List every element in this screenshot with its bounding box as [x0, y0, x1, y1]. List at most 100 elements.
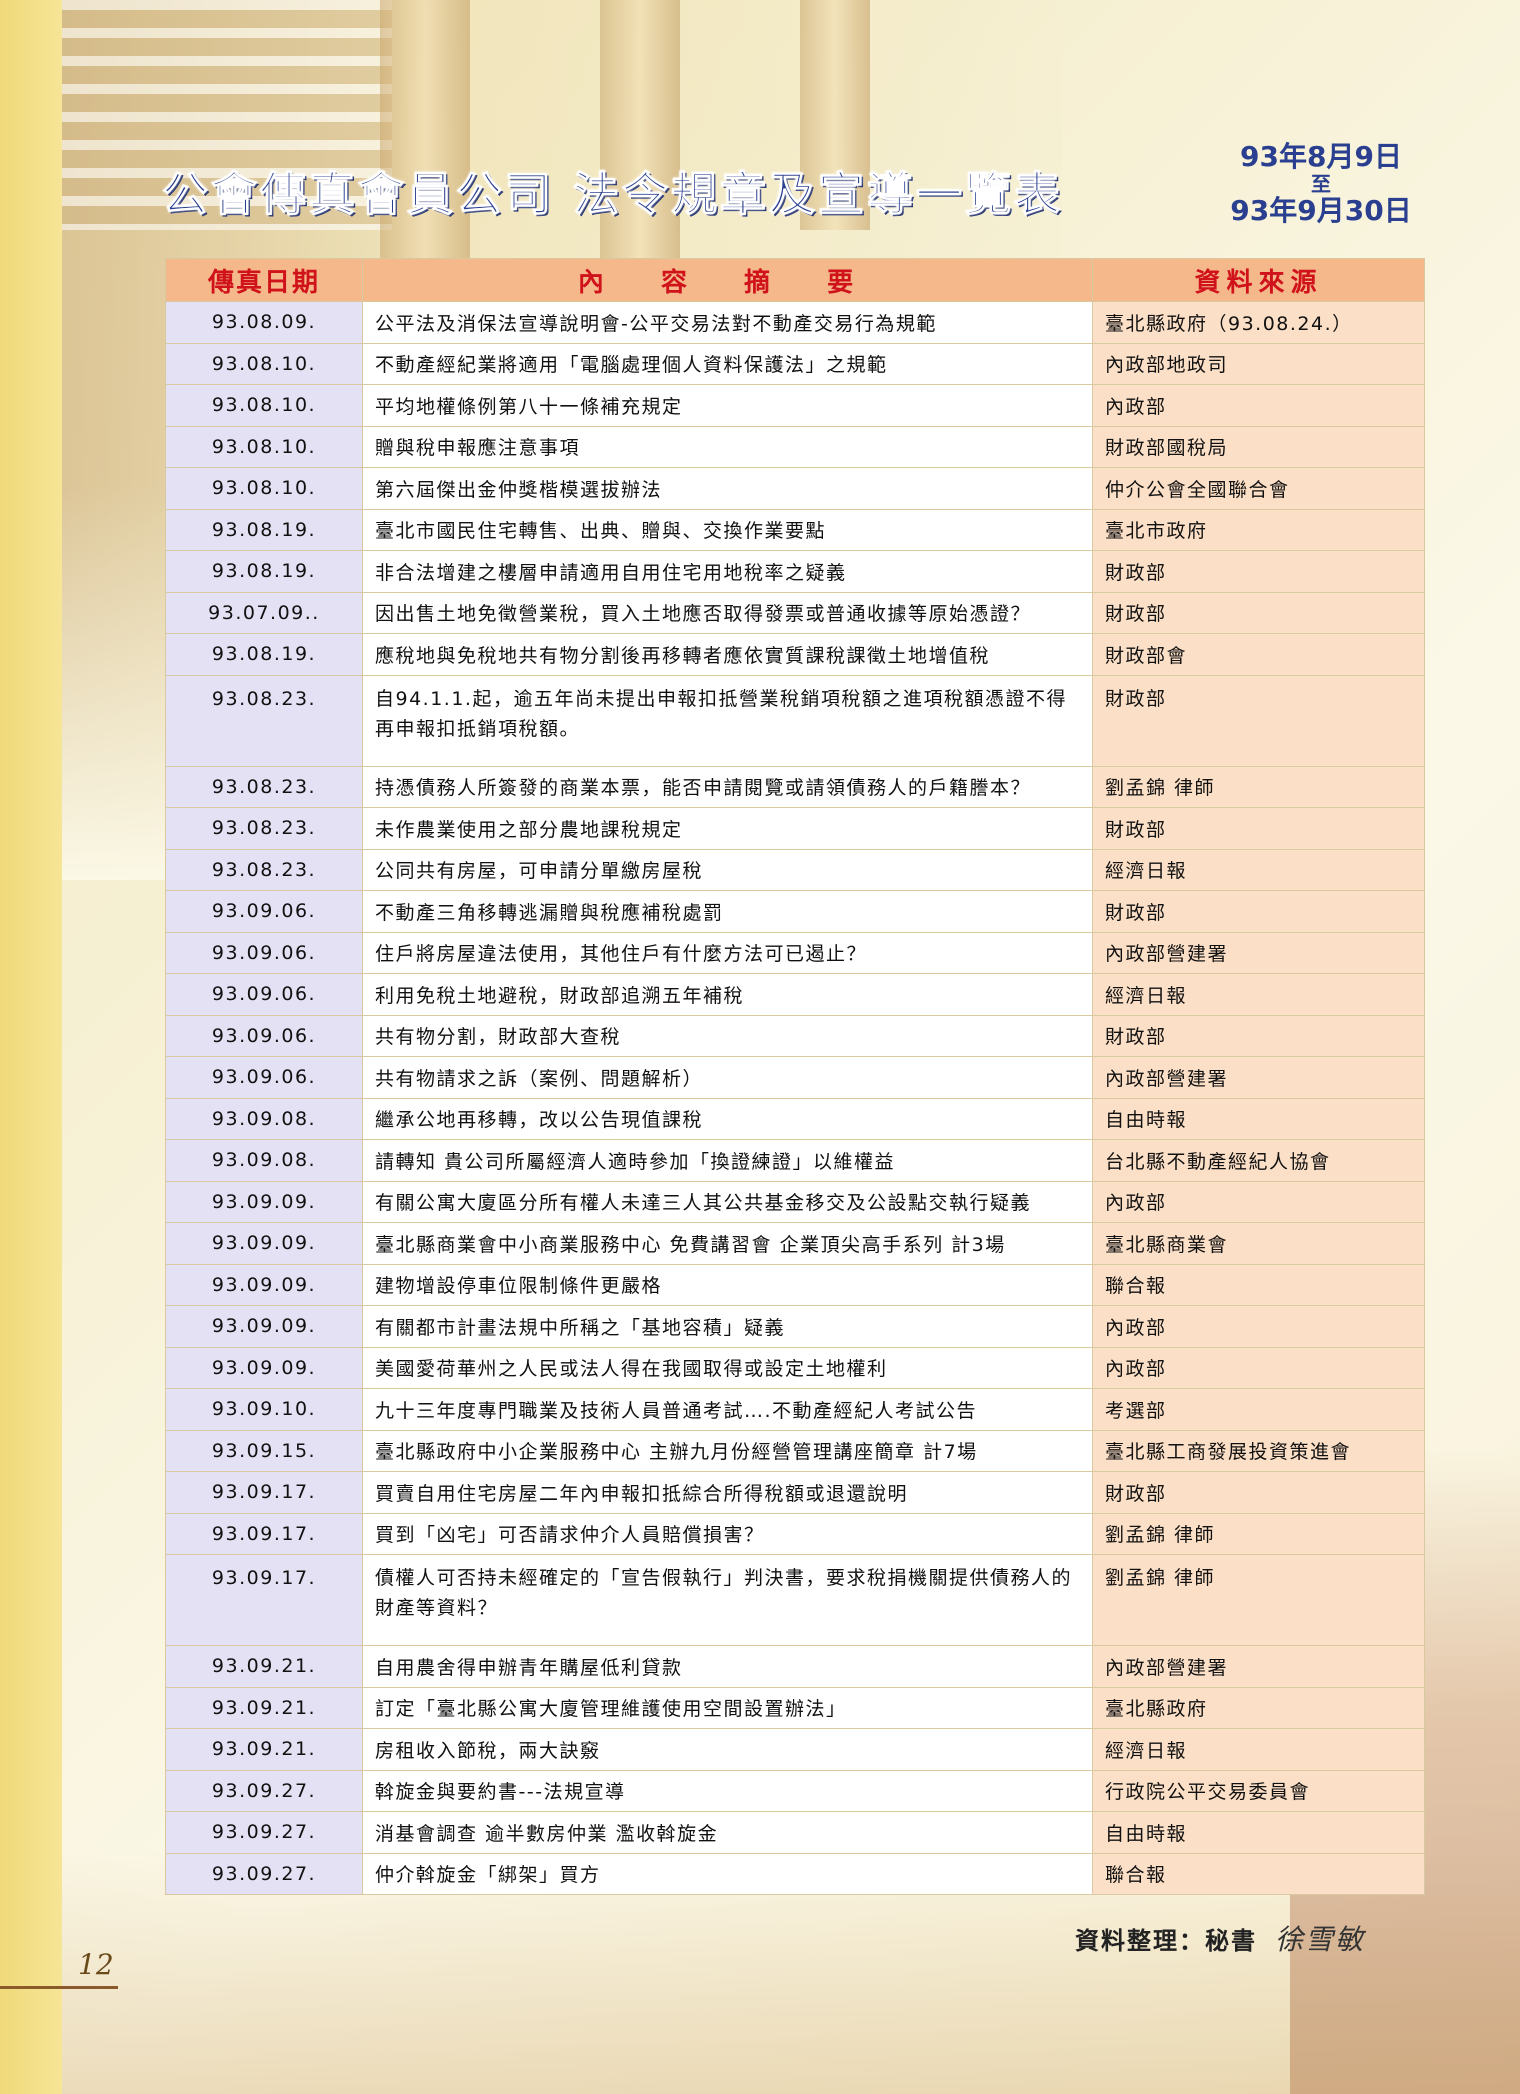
row-date: 93.09.27. — [165, 1852, 363, 1895]
row-source: 臺北市政府 — [1092, 508, 1425, 551]
row-content: 請轉知 貴公司所屬經濟人適時參加「換證練證」以維權益 — [362, 1139, 1093, 1182]
row-source: 財政部 — [1092, 1471, 1425, 1514]
row-source: 行政院公平交易委員會 — [1092, 1769, 1425, 1812]
row-source: 內政部地政司 — [1092, 342, 1425, 385]
row-date: 93.08.19. — [165, 550, 363, 593]
table-row: 93.09.06. 不動產三角移轉逃漏贈與稅應補稅處罰 財政部 — [165, 890, 1425, 933]
page-title: 公會傳真會員公司 法令規章及宣導一覽表 — [161, 167, 1064, 222]
row-source: 仲介公會全國聯合會 — [1092, 467, 1425, 510]
row-source: 經濟日報 — [1092, 973, 1425, 1016]
row-date: 93.09.08. — [165, 1097, 363, 1140]
left-margin-strip — [0, 0, 62, 2094]
row-content: 因出售土地免徵營業稅，買入土地應否取得發票或普通收據等原始憑證？ — [362, 591, 1093, 634]
row-source: 台北縣不動產經紀人協會 — [1092, 1139, 1425, 1182]
row-source: 臺北縣工商發展投資策進會 — [1092, 1429, 1425, 1472]
table-row: 93.09.08. 請轉知 貴公司所屬經濟人適時參加「換證練證」以維權益 台北縣不動… — [165, 1139, 1425, 1182]
table-row: 93.09.08. 繼承公地再移轉，改以公告現值課稅 自由時報 — [165, 1097, 1425, 1140]
table-row: 93.09.21. 訂定「臺北縣公寓大廈管理維護使用空間設置辦法」 臺北縣政府 — [165, 1686, 1425, 1729]
row-content: 斡旋金與要約書---法規宣導 — [362, 1769, 1093, 1812]
row-date: 93.09.09. — [165, 1222, 363, 1265]
row-source: 經濟日報 — [1092, 1728, 1425, 1771]
table-row: 93.09.17. 買到「凶宅」可否請求仲介人員賠償損害？ 劉孟錦 律師 — [165, 1512, 1425, 1555]
row-source: 內政部 — [1092, 1305, 1425, 1348]
row-source: 內政部營建署 — [1092, 931, 1425, 974]
table-row: 93.08.10. 贈與稅申報應注意事項 財政部國稅局 — [165, 425, 1425, 468]
row-date: 93.09.17. — [165, 1554, 363, 1646]
row-date: 93.09.21. — [165, 1686, 363, 1729]
table-header-row: 傳真日期 內 容 摘 要 資料來源 — [165, 258, 1425, 302]
row-content: 仲介斡旋金「綁架」買方 — [362, 1852, 1093, 1895]
row-content: 訂定「臺北縣公寓大廈管理維護使用空間設置辦法」 — [362, 1686, 1093, 1729]
row-content: 買到「凶宅」可否請求仲介人員賠償損害？ — [362, 1512, 1093, 1555]
row-content: 美國愛荷華州之人民或法人得在我國取得或設定土地權利 — [362, 1346, 1093, 1389]
row-content: 公平法及消保法宣導說明會-公平交易法對不動產交易行為規範 — [362, 301, 1093, 344]
date-to-label: 至 — [1311, 172, 1331, 196]
row-date: 93.09.09. — [165, 1305, 363, 1348]
row-content: 不動產經紀業將適用「電腦處理個人資料保護法」之規範 — [362, 342, 1093, 385]
row-content: 第六屆傑出金仲獎楷模選拔辦法 — [362, 467, 1093, 510]
row-date: 93.07.09.. — [165, 591, 363, 634]
row-date: 93.09.06. — [165, 931, 363, 974]
row-date: 93.08.10. — [165, 467, 363, 510]
table-row: 93.08.09. 公平法及消保法宣導說明會-公平交易法對不動產交易行為規範 臺北縣… — [165, 301, 1425, 344]
row-source: 財政部國稅局 — [1092, 425, 1425, 468]
row-content: 平均地權條例第八十一條補充規定 — [362, 384, 1093, 427]
table-row: 93.07.09.. 因出售土地免徵營業稅，買入土地應否取得發票或普通收據等原始憑… — [165, 591, 1425, 634]
row-date: 93.08.10. — [165, 342, 363, 385]
table-row: 93.09.09. 美國愛荷華州之人民或法人得在我國取得或設定土地權利 內政部 — [165, 1346, 1425, 1389]
row-content: 共有物請求之訴（案例、問題解析） — [362, 1056, 1093, 1099]
row-content: 贈與稅申報應注意事項 — [362, 425, 1093, 468]
table-row: 93.09.17. 債權人可否持未經確定的「宣告假執行」判決書，要求稅捐機關提供債… — [165, 1554, 1425, 1646]
row-source: 財政部 — [1092, 550, 1425, 593]
row-content: 有關公寓大廈區分所有權人未達三人其公共基金移交及公設點交執行疑義 — [362, 1180, 1093, 1223]
row-content: 應稅地與免稅地共有物分割後再移轉者應依實質課稅課徵土地增值稅 — [362, 633, 1093, 676]
row-source: 內政部營建署 — [1092, 1645, 1425, 1688]
row-source: 內政部 — [1092, 1180, 1425, 1223]
row-content: 不動產三角移轉逃漏贈與稅應補稅處罰 — [362, 890, 1093, 933]
table-row: 93.08.19. 臺北市國民住宅轉售、出典、贈與、交換作業要點 臺北市政府 — [165, 508, 1425, 551]
table-row: 93.09.27. 斡旋金與要約書---法規宣導 行政院公平交易委員會 — [165, 1769, 1425, 1812]
table-row: 93.09.06. 共有物請求之訴（案例、問題解析） 內政部營建署 — [165, 1056, 1425, 1099]
table-row: 93.09.09. 有關公寓大廈區分所有權人未達三人其公共基金移交及公設點交執行疑… — [165, 1180, 1425, 1223]
table-row: 93.09.06. 共有物分割，財政部大查稅 財政部 — [165, 1014, 1425, 1057]
row-source: 財政部 — [1092, 674, 1425, 767]
table-row: 93.08.10. 不動產經紀業將適用「電腦處理個人資料保護法」之規範 內政部地政司 — [165, 342, 1425, 385]
date-range: 93年8月9日 至 93年9月30日 — [1228, 140, 1414, 228]
row-date: 93.08.09. — [165, 301, 363, 344]
table-row: 93.09.10. 九十三年度專門職業及技術人員普通考試….不動產經紀人考試公告考… — [165, 1388, 1425, 1431]
row-date: 93.09.09. — [165, 1263, 363, 1306]
table-row: 93.09.17. 買賣自用住宅房屋二年內申報扣抵綜合所得稅額或退還說明 財政部 — [165, 1471, 1425, 1514]
row-content: 臺北市國民住宅轉售、出典、贈與、交換作業要點 — [362, 508, 1093, 551]
column-header-source: 資料來源 — [1092, 258, 1425, 302]
table-row: 93.09.09. 建物增設停車位限制條件更嚴格 聯合報 — [165, 1263, 1425, 1306]
table-row: 93.09.06. 住戶將房屋違法使用，其他住戶有什麼方法可已遏止？ 內政部營建署 — [165, 931, 1425, 974]
row-date: 93.09.06. — [165, 1056, 363, 1099]
row-date: 93.08.23. — [165, 674, 363, 767]
row-source: 財政部 — [1092, 1014, 1425, 1057]
row-content: 繼承公地再移轉，改以公告現值課稅 — [362, 1097, 1093, 1140]
signature: 徐雪敏 — [1275, 1923, 1366, 1956]
table-row: 93.08.23. 持憑債務人所簽發的商業本票，能否申請閱覽或請領債務人的戶籍謄本… — [165, 765, 1425, 808]
row-date: 93.08.23. — [165, 765, 363, 808]
date-from: 93年8月9日 — [1240, 140, 1402, 173]
row-content: 臺北縣商業會中小商業服務中心 免費講習會 企業頂尖高手系列 計3場 — [362, 1222, 1093, 1265]
row-date: 93.08.10. — [165, 384, 363, 427]
page-number: 12 — [78, 1948, 114, 1981]
table-row: 93.09.27. 仲介斡旋金「綁架」買方 聯合報 — [165, 1852, 1425, 1895]
header-photo-pillar — [380, 0, 470, 300]
table-row: 93.09.09. 臺北縣商業會中小商業服務中心 免費講習會 企業頂尖高手系列 計… — [165, 1222, 1425, 1265]
row-source: 聯合報 — [1092, 1852, 1425, 1895]
row-source: 考選部 — [1092, 1388, 1425, 1431]
row-date: 93.08.23. — [165, 848, 363, 891]
page-number-rule — [0, 1986, 118, 1989]
row-source: 劉孟錦 律師 — [1092, 1512, 1425, 1555]
table-row: 93.08.23. 未作農業使用之部分農地課稅規定 財政部 — [165, 807, 1425, 850]
row-date: 93.09.17. — [165, 1471, 363, 1514]
table-row: 93.09.21. 房租收入節稅，兩大訣竅 經濟日報 — [165, 1728, 1425, 1771]
row-source: 財政部 — [1092, 591, 1425, 634]
row-content: 共有物分割，財政部大查稅 — [362, 1014, 1093, 1057]
row-date: 93.09.09. — [165, 1346, 363, 1389]
row-source: 內政部營建署 — [1092, 1056, 1425, 1099]
row-source: 臺北縣政府（93.08.24.） — [1092, 301, 1425, 344]
table-row: 93.08.19. 非合法增建之樓層申請適用自用住宅用地稅率之疑義 財政部 — [165, 550, 1425, 593]
